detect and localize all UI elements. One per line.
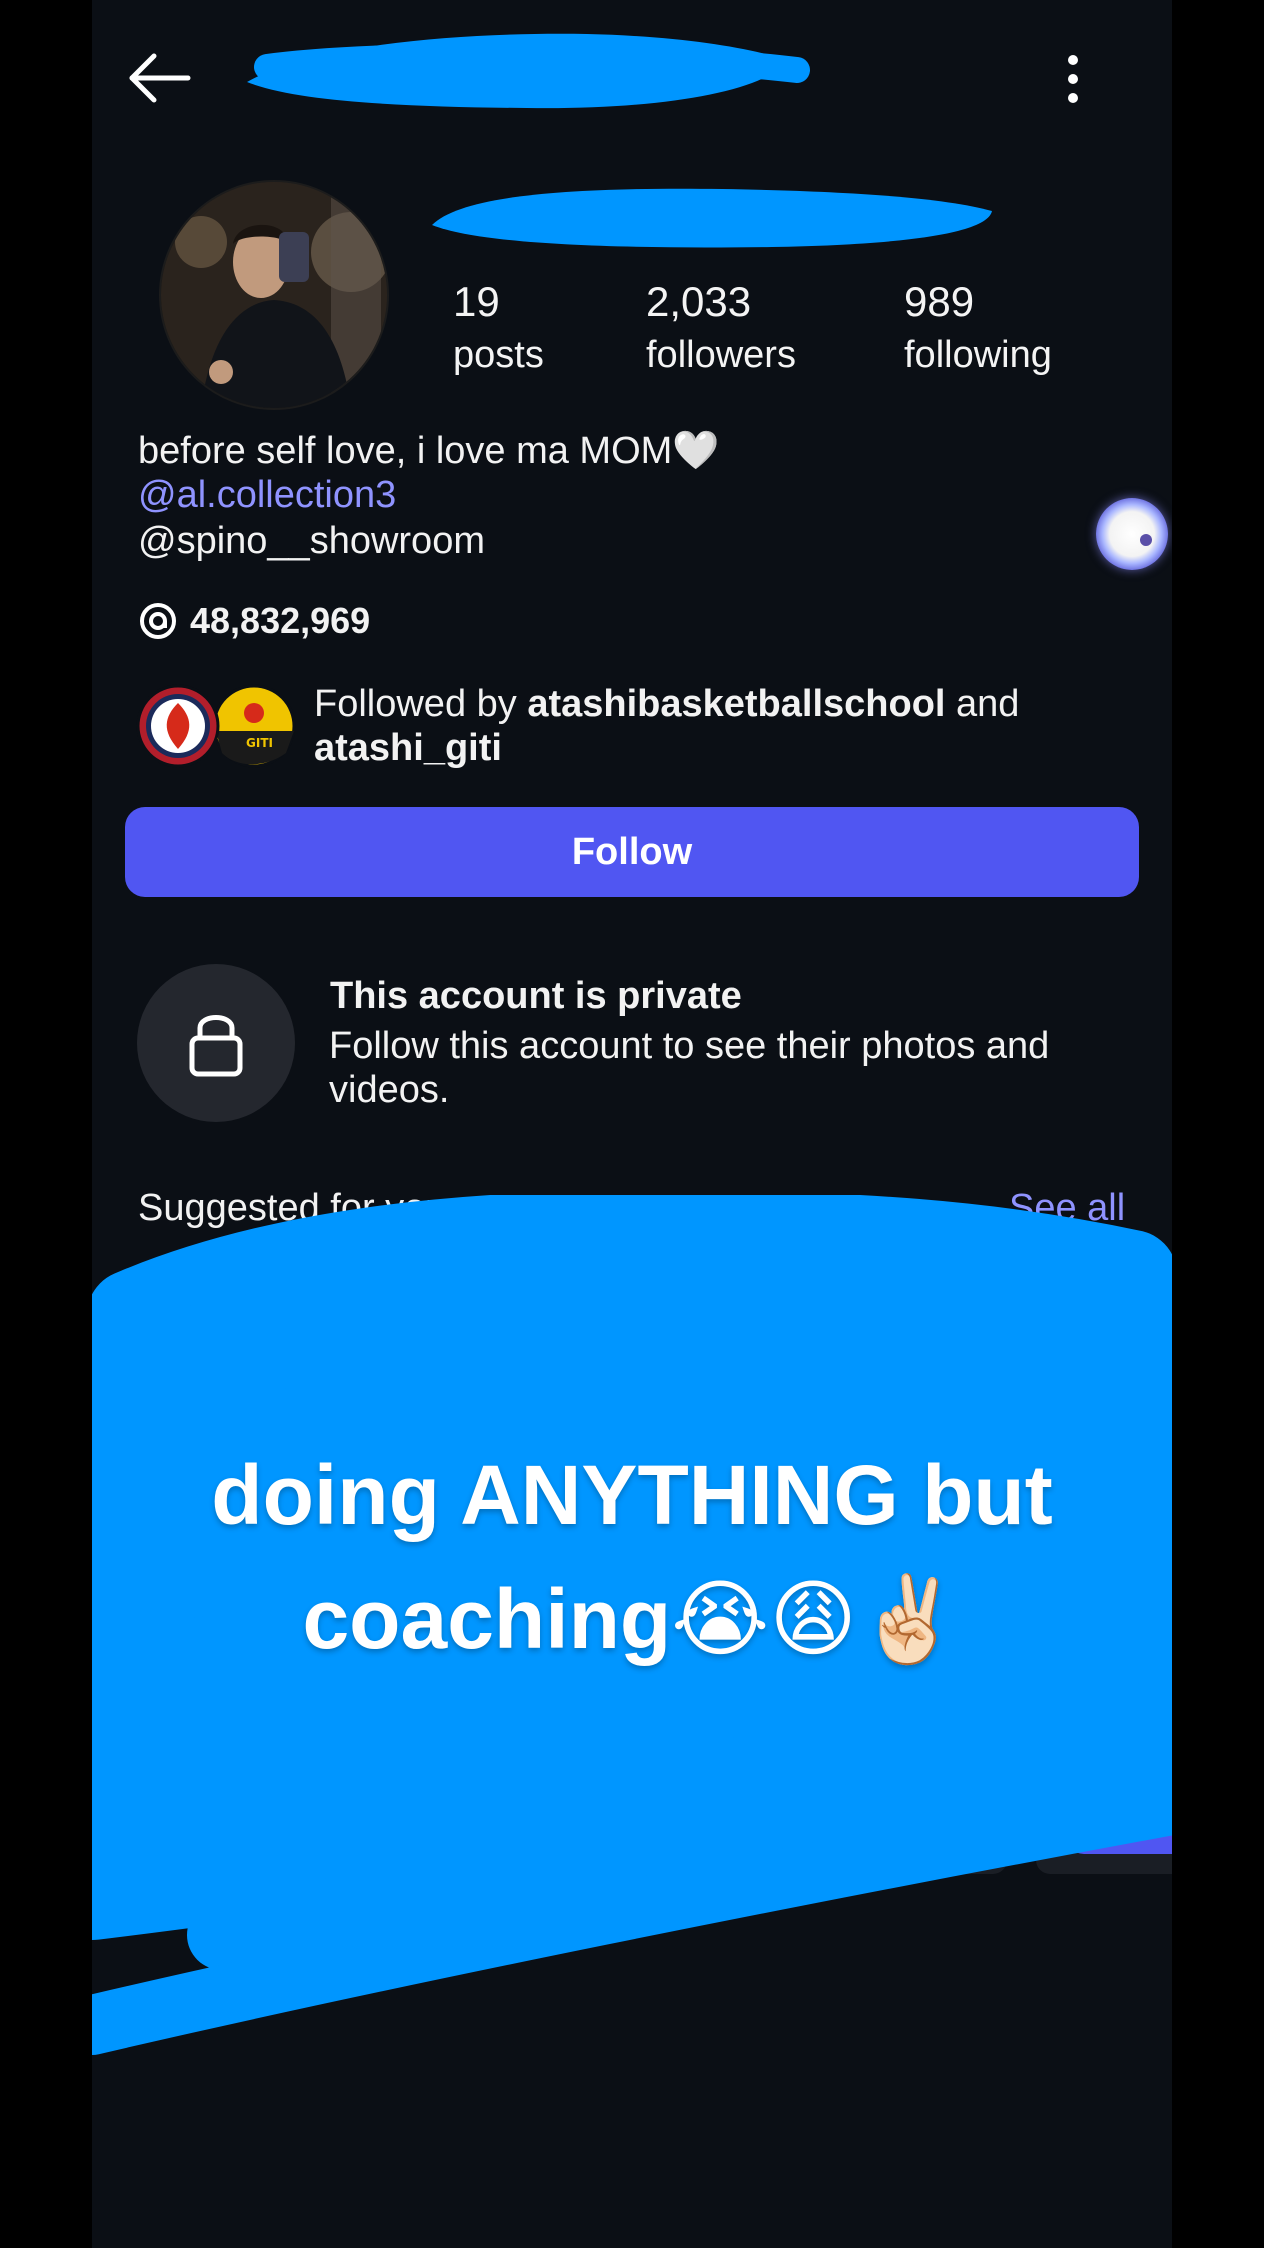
assistive-touch-bubble[interactable] xyxy=(1096,498,1168,570)
stat-followers[interactable]: 2,033 followers xyxy=(646,278,796,377)
overlay-caption-line1: doing ANYTHING but xyxy=(211,1448,1053,1542)
back-button[interactable] xyxy=(124,48,196,108)
lock-badge xyxy=(137,964,295,1122)
bio-text: before self love, i love ma MOM🤍 xyxy=(138,430,720,472)
private-account-title: This account is private xyxy=(330,975,742,1017)
redacted-display-name xyxy=(432,188,992,248)
more-options-button[interactable] xyxy=(1058,50,1088,108)
private-account-subtitle: Follow this account to see their photos … xyxy=(329,1025,1050,1111)
follow-button[interactable]: Follow xyxy=(125,807,1139,897)
stat-posts[interactable]: 19 posts xyxy=(453,278,544,377)
redacted-username xyxy=(247,33,810,109)
posts-count: 19 xyxy=(453,278,500,325)
more-vertical-icon xyxy=(1068,55,1078,103)
followed-by-text[interactable]: Followed by atashibasketballschool and a… xyxy=(314,682,1134,770)
bio-link-handle: al.collection3 xyxy=(176,474,397,516)
threads-mention-icon: @ xyxy=(138,520,177,562)
mutual-followers-avatars[interactable]: GITI xyxy=(136,683,296,773)
profile-photo xyxy=(161,182,387,408)
lock-icon xyxy=(189,1015,243,1077)
bio-mention-spino[interactable]: @spino__showroom xyxy=(138,520,485,563)
stat-following[interactable]: 989 following xyxy=(904,278,1052,377)
followed-by-and: and xyxy=(945,683,1020,725)
posts-label: posts xyxy=(453,334,544,376)
following-label: following xyxy=(904,334,1052,376)
threads-follower-count: 48,832,969 xyxy=(190,600,371,641)
following-count: 989 xyxy=(904,278,975,325)
mutual-avatars: GITI xyxy=(136,684,296,768)
bio-mention-handle: spino__showroom xyxy=(176,520,485,562)
assistive-bubble-icon xyxy=(1140,534,1152,546)
followers-label: followers xyxy=(646,334,796,376)
followed-by-prefix: Followed by xyxy=(314,683,528,725)
profile-screen: 19 posts 2,033 followers 989 following b… xyxy=(92,0,1172,2248)
overlay-caption-line2: coaching😭😩✌🏻 xyxy=(302,1572,962,1666)
mutual-follower-2: atashi_giti xyxy=(314,727,502,769)
profile-avatar[interactable] xyxy=(159,180,389,410)
bio-link-al-collection[interactable]: @al.collection3 xyxy=(138,474,396,517)
followers-count: 2,033 xyxy=(646,278,752,325)
arrow-left-icon xyxy=(129,53,191,103)
threads-badge[interactable]: 48,832,969 xyxy=(138,600,370,642)
threads-mention-icon: @ xyxy=(138,474,177,516)
mutual-follower-1: atashibasketballschool xyxy=(527,683,946,725)
threads-icon xyxy=(140,603,176,639)
svg-text:GITI: GITI xyxy=(246,736,273,750)
